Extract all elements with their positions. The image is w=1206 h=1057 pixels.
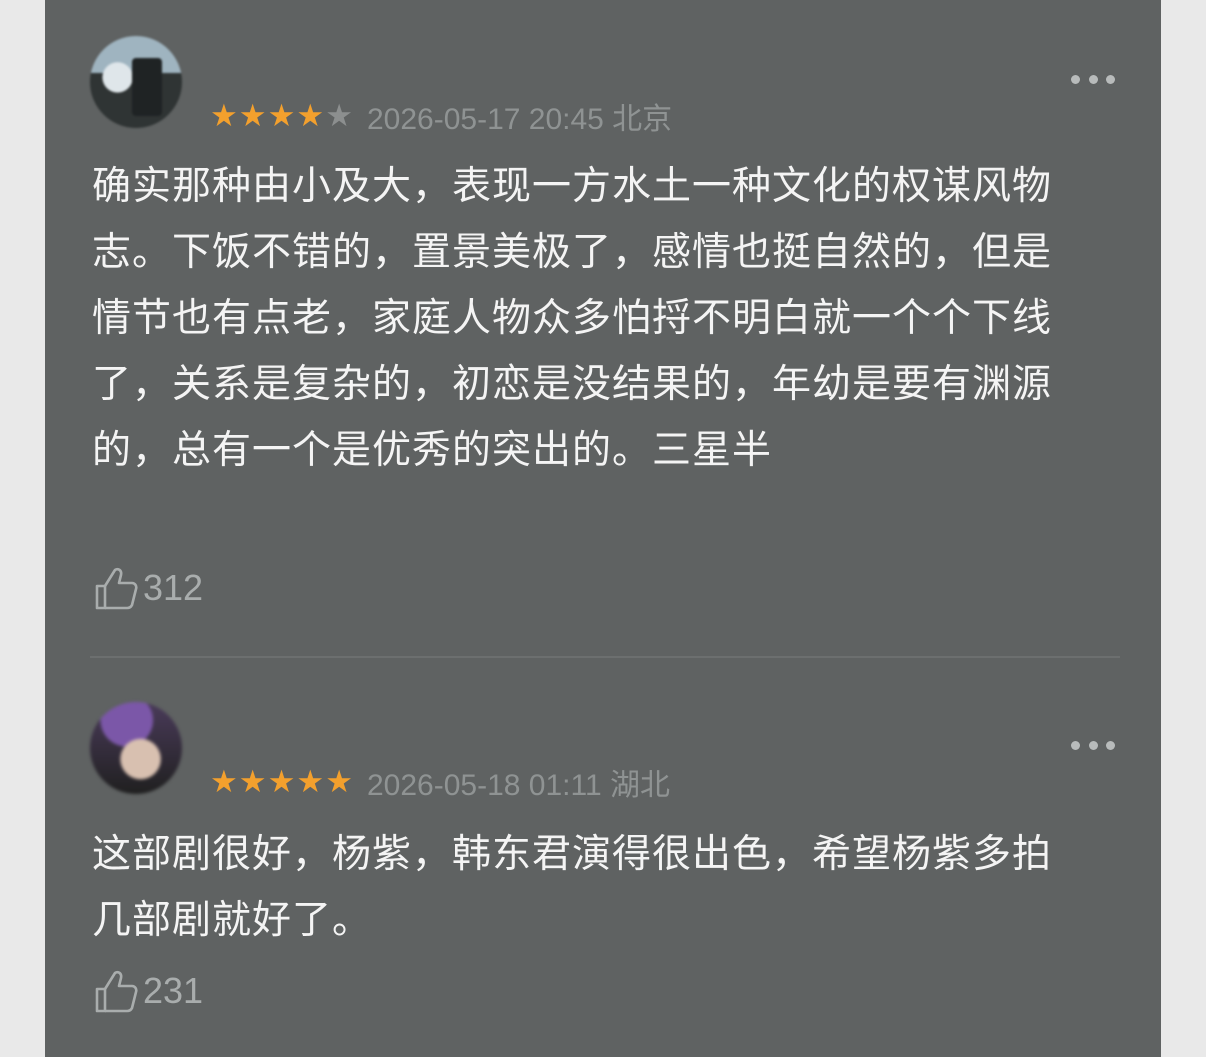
like-count: 312 bbox=[143, 567, 204, 608]
review-date: 2026-05-17 20:45 北京 bbox=[366, 103, 673, 136]
review-content: 确实那种由小及大，表现一方水土一种文化的权谋风物志。下饭不错的，置景美极了，感情… bbox=[92, 164, 1053, 473]
rating-stars: ★ ★ ★ ★ ★ bbox=[210, 97, 353, 134]
thumbs-up-icon bbox=[95, 970, 138, 1013]
more-dots-icon[interactable] bbox=[1071, 739, 1115, 751]
thumbs-up-icon bbox=[95, 567, 138, 610]
star-icon: ★ bbox=[325, 763, 353, 800]
star-icon: ★ bbox=[296, 763, 325, 800]
star-icon: ★ bbox=[238, 97, 267, 134]
review-date: 2026-05-18 01:11 湖北 bbox=[366, 769, 670, 802]
more-dots-icon[interactable] bbox=[1071, 73, 1115, 85]
review-meta: ★ ★ ★ ★ ★ 2026-05-18 01:11 湖北 bbox=[210, 763, 670, 802]
divider bbox=[90, 656, 1120, 658]
review-list: ★ ★ ★ ★ ★ 2026-05-17 20:45 北京 确实那种由小及大，表… bbox=[45, 0, 1161, 1057]
star-icon: ★ bbox=[267, 763, 296, 800]
star-icon: ★ bbox=[325, 97, 353, 134]
avatar[interactable] bbox=[90, 702, 182, 794]
rating-stars: ★ ★ ★ ★ ★ bbox=[210, 763, 353, 800]
review-content: 这部剧很好，杨紫，韩东君演得很出色，希望杨紫多拍几部剧就好了。 bbox=[92, 832, 1053, 943]
star-icon: ★ bbox=[296, 97, 325, 134]
star-icon: ★ bbox=[238, 763, 267, 800]
review-meta: ★ ★ ★ ★ ★ 2026-05-17 20:45 北京 bbox=[210, 97, 672, 136]
like-count: 231 bbox=[143, 970, 204, 1011]
star-icon: ★ bbox=[210, 763, 238, 800]
avatar[interactable] bbox=[90, 36, 182, 128]
star-icon: ★ bbox=[210, 97, 238, 134]
like-button[interactable]: 312 bbox=[93, 562, 203, 614]
like-button[interactable]: 231 bbox=[93, 965, 203, 1017]
star-icon: ★ bbox=[267, 97, 296, 134]
